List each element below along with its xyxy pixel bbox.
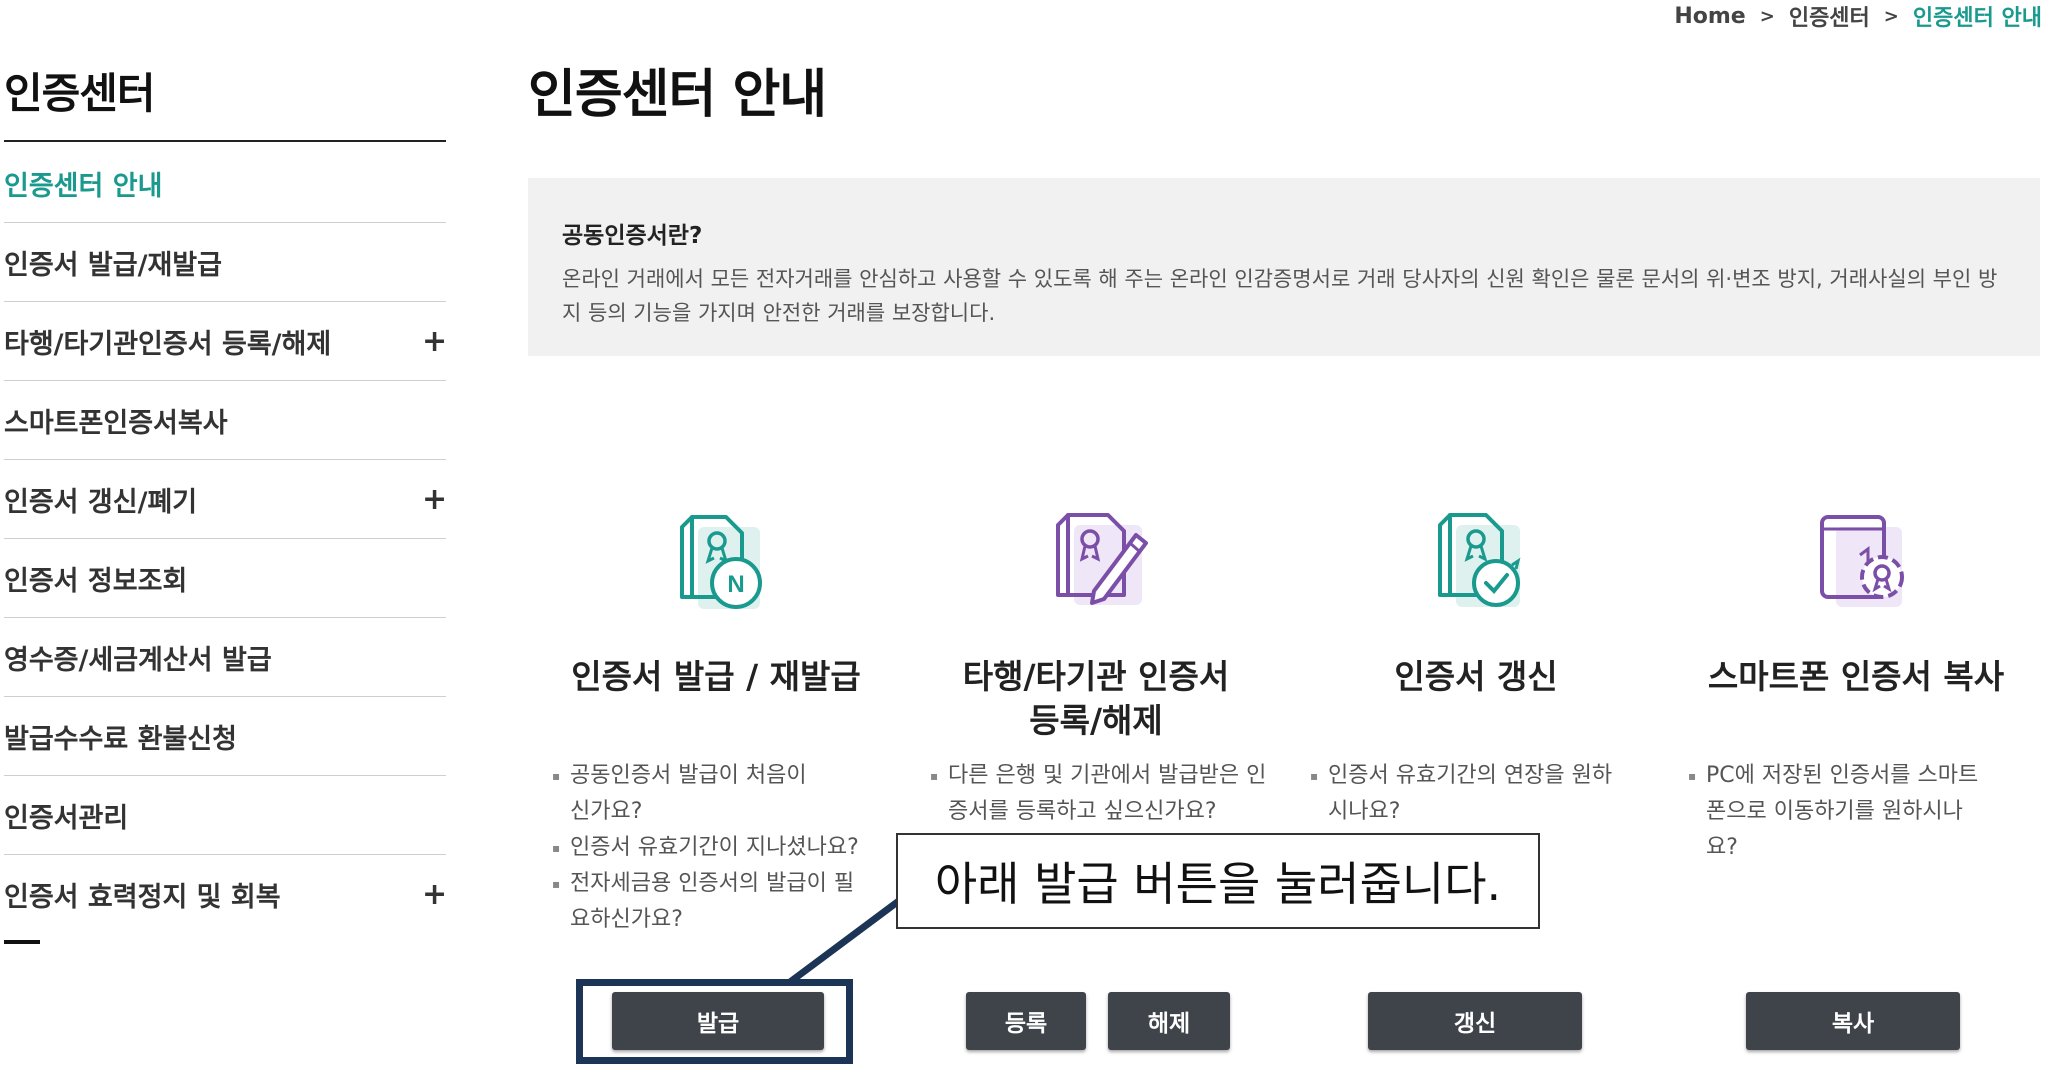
card-issue: N 인증서 발급 / 재발급 xyxy=(526,505,906,699)
list-item: 다른 은행 및 기관에서 발급받은 인증서를 등록하고 싶으신가요? xyxy=(930,758,1278,830)
highlight-box xyxy=(576,979,853,1064)
certificate-n-icon: N xyxy=(656,505,776,625)
card-other-bank: 타행/타기관 인증서 등록/해제 xyxy=(906,505,1286,743)
chevron-right-icon: > xyxy=(1759,5,1775,27)
list-item: PC에 저장된 인증서를 스마트폰으로 이동하기를 원하시나요? xyxy=(1688,758,1986,866)
card-title: 스마트폰 인증서 복사 xyxy=(1707,657,2005,696)
plus-icon[interactable]: + xyxy=(422,482,447,517)
sidebar-menu: 인증센터 안내 인증서 발급/재발급 타행/타기관인증서 등록/해제 + 스마트폰… xyxy=(4,144,447,934)
card-smartphone-copy: 스마트폰 인증서 복사 xyxy=(1666,505,2046,699)
card-smartphone-copy-bullets: PC에 저장된 인증서를 스마트폰으로 이동하기를 원하시나요? xyxy=(1688,758,1988,866)
breadcrumb-home[interactable]: Home xyxy=(1674,4,1745,29)
chevron-right-icon: > xyxy=(1883,5,1899,27)
unregister-button[interactable]: 해제 xyxy=(1108,992,1230,1050)
info-box: 공동인증서란? 온라인 거래에서 모든 전자거래를 안심하고 사용할 수 있도록… xyxy=(528,178,2040,356)
sidebar-item-label: 영수증/세금계산서 발급 xyxy=(4,644,272,676)
breadcrumb-current: 인증센터 안내 xyxy=(1912,6,2042,31)
card-title: 타행/타기관 인증서 등록/해제 xyxy=(962,657,1230,740)
breadcrumb: Home > 인증센터 > 인증센터 안내 xyxy=(1674,0,2042,32)
plus-icon[interactable]: + xyxy=(422,877,447,912)
sidebar-item-cert-info[interactable]: 인증서 정보조회 xyxy=(4,539,446,618)
callout-box: 아래 발급 버튼을 눌러줍니다. xyxy=(896,833,1540,929)
list-item: 인증서 유효기간이 지나셨나요? xyxy=(552,830,912,866)
card-renew: 인증서 갱신 xyxy=(1286,505,1666,699)
sidebar-title: 인증센터 xyxy=(4,69,156,118)
info-title: 공동인증서란? xyxy=(562,223,703,249)
list-item: 공동인증서 발급이 처음이신가요? xyxy=(552,758,810,830)
card-issue-bullets: 공동인증서 발급이 처음이신가요? 인증서 유효기간이 지나셨나요? 전자세금용… xyxy=(552,758,912,938)
sidebar-item-label: 발급수수료 환불신청 xyxy=(4,723,237,755)
sidebar-end-marker xyxy=(4,940,40,944)
sidebar-item-label: 인증센터 안내 xyxy=(4,170,163,202)
sidebar-item-receipt[interactable]: 영수증/세금계산서 발급 xyxy=(4,618,446,697)
card-renew-bullets: 인증서 유효기간의 연장을 원하시나요? xyxy=(1310,758,1612,830)
list-item: 인증서 유효기간의 연장을 원하시나요? xyxy=(1310,758,1618,830)
register-button[interactable]: 등록 xyxy=(966,992,1086,1050)
sidebar-item-other-bank-cert[interactable]: 타행/타기관인증서 등록/해제 + xyxy=(4,302,447,381)
breadcrumb-level1[interactable]: 인증센터 xyxy=(1789,0,1870,32)
svg-text:N: N xyxy=(727,571,744,598)
copy-button[interactable]: 복사 xyxy=(1746,992,1960,1050)
sidebar-item-issue[interactable]: 인증서 발급/재발급 xyxy=(4,223,446,302)
sidebar-item-label: 타행/타기관인증서 등록/해제 xyxy=(4,328,332,360)
sidebar-divider xyxy=(4,140,446,142)
certificate-pen-icon xyxy=(1036,505,1156,625)
sidebar-item-label: 인증서 갱신/폐기 xyxy=(4,486,198,518)
page-title: 인증센터 안내 xyxy=(528,65,827,125)
sidebar-item-label: 인증서 발급/재발급 xyxy=(4,249,222,281)
renew-button[interactable]: 갱신 xyxy=(1368,992,1582,1050)
certificate-copy-icon xyxy=(1796,505,1916,625)
sidebar-item-label: 인증서관리 xyxy=(4,802,129,834)
info-description: 온라인 거래에서 모든 전자거래를 안심하고 사용할 수 있도록 해 주는 온라… xyxy=(562,267,1998,325)
card-other-bank-bullets: 다른 은행 및 기관에서 발급받은 인증서를 등록하고 싶으신가요? xyxy=(930,758,1270,830)
sidebar-item-label: 인증서 효력정지 및 회복 xyxy=(4,882,281,913)
sidebar-item-cert-manage[interactable]: 인증서관리 xyxy=(4,776,446,855)
sidebar-item-renew-revoke[interactable]: 인증서 갱신/폐기 + xyxy=(4,460,447,539)
sidebar-item-label: 스마트폰인증서복사 xyxy=(4,407,228,439)
list-item: 전자세금용 인증서의 발급이 필요하신가요? xyxy=(552,866,870,938)
sidebar-item-suspend[interactable]: 인증서 효력정지 및 회복 + xyxy=(4,855,447,934)
sidebar-item-label: 인증서 정보조회 xyxy=(4,565,188,597)
card-title: 인증서 갱신 xyxy=(1394,657,1558,696)
certificate-renew-icon xyxy=(1416,505,1536,625)
sidebar-item-guide[interactable]: 인증센터 안내 xyxy=(4,144,446,223)
sidebar-item-smartphone-copy[interactable]: 스마트폰인증서복사 xyxy=(4,381,446,460)
plus-icon[interactable]: + xyxy=(422,324,447,359)
sidebar-item-refund[interactable]: 발급수수료 환불신청 xyxy=(4,697,446,776)
card-title: 인증서 발급 / 재발급 xyxy=(571,657,861,696)
